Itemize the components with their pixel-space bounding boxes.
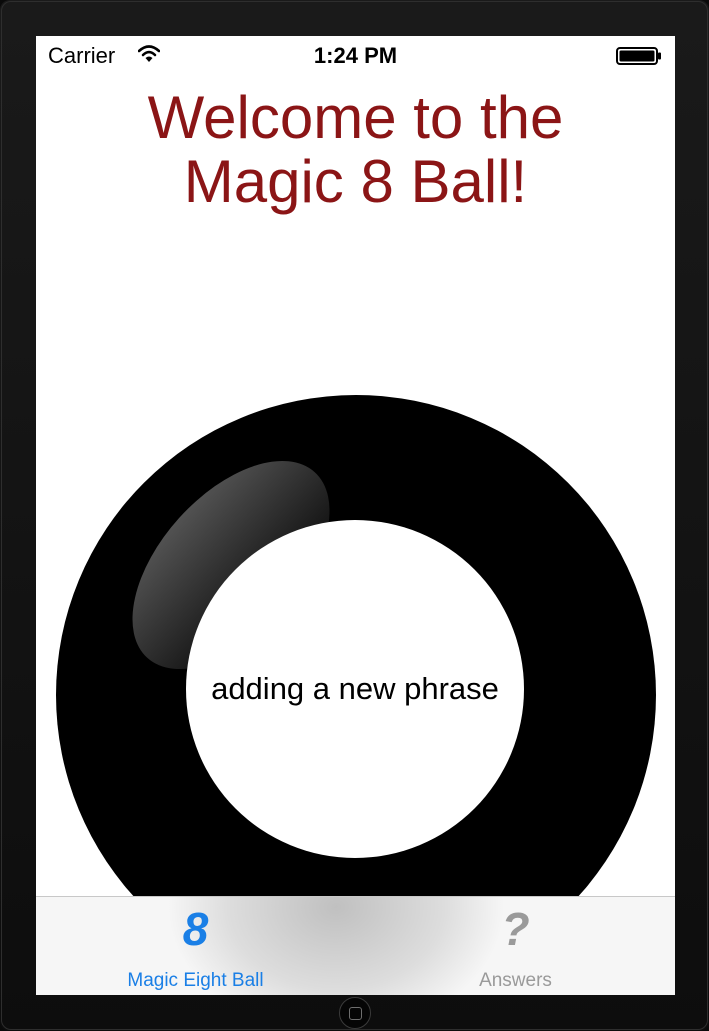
tab-label: Answers <box>479 970 552 991</box>
device-frame: Carrier 1:24 PM Welcome to the Magic 8 B… <box>0 0 709 1031</box>
clock: 1:24 PM <box>313 43 398 68</box>
tab-bar: 8 Magic Eight Ball ? Answers <box>36 896 675 995</box>
answer-window: adding a new phrase <box>186 520 524 858</box>
tab-magic-eight-ball[interactable]: 8 Magic Eight Ball <box>36 897 355 995</box>
answer-text: adding a new phrase <box>211 671 499 706</box>
question-mark-icon: ? <box>501 903 530 955</box>
title-line-2: Magic 8 Ball! <box>183 148 528 215</box>
home-square-icon <box>349 1007 362 1020</box>
home-button[interactable] <box>339 997 371 1029</box>
battery-icon <box>616 47 661 65</box>
tab-label: Magic Eight Ball <box>127 970 264 991</box>
status-bar: Carrier 1:24 PM <box>36 36 675 74</box>
tab-answers[interactable]: ? Answers <box>356 897 675 995</box>
eight-icon: 8 <box>182 903 209 955</box>
page-title: Welcome to the Magic 8 Ball! <box>36 86 675 214</box>
app-screen: Carrier 1:24 PM Welcome to the Magic 8 B… <box>36 36 675 995</box>
title-line-1: Welcome to the <box>147 84 564 151</box>
